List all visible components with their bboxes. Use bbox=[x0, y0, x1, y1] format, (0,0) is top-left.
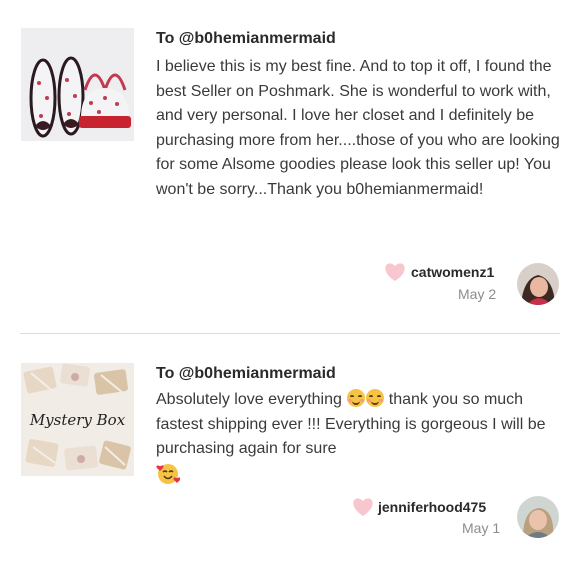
love-note-1: To @b0hemianmermaid I believe this is my… bbox=[0, 0, 580, 333]
heart-icon bbox=[385, 263, 405, 281]
note-message: I believe this is my best fine. And to t… bbox=[156, 58, 560, 198]
smiling-face-icon bbox=[347, 389, 366, 407]
note-recipient[interactable]: To @b0hemianmermaid bbox=[156, 365, 336, 383]
love-note-2: Mystery Box To @b0hemianmermaid Absolute… bbox=[0, 334, 580, 580]
shoes-and-bag-photo-icon bbox=[21, 28, 134, 141]
author-username[interactable]: catwomenz1 bbox=[411, 264, 494, 280]
user-avatar-icon[interactable] bbox=[517, 263, 559, 305]
listing-thumbnail[interactable]: Mystery Box bbox=[21, 363, 134, 476]
note-recipient[interactable]: To @b0hemianmermaid bbox=[156, 30, 336, 48]
note-date: May 1 bbox=[462, 520, 501, 536]
note-message: Absolutely love everything thank you so … bbox=[156, 388, 561, 489]
note-date: May 2 bbox=[458, 286, 497, 302]
smiling-face-icon bbox=[366, 389, 385, 407]
author-username[interactable]: jenniferhood475 bbox=[378, 499, 486, 515]
user-avatar-icon[interactable] bbox=[517, 496, 559, 538]
heart-icon bbox=[353, 498, 373, 516]
smiling-face-with-hearts-icon bbox=[156, 463, 181, 484]
message-part: Absolutely love everything bbox=[156, 391, 347, 408]
mystery-box-label: Mystery Box bbox=[29, 411, 126, 429]
listing-thumbnail[interactable] bbox=[21, 28, 134, 141]
